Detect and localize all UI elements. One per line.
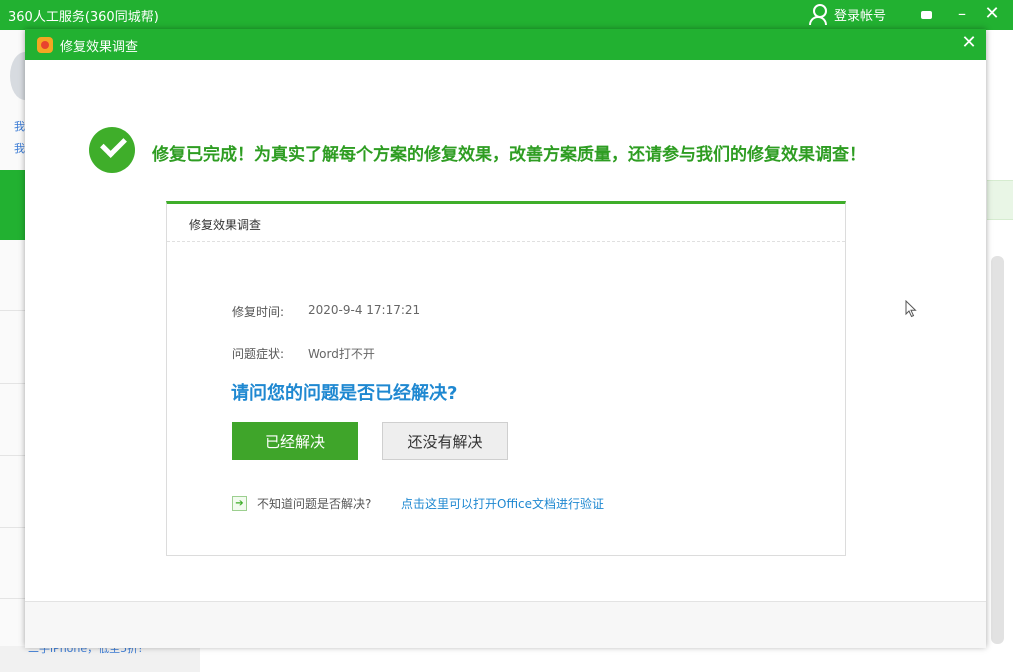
- card-title: 修复效果调查: [189, 218, 262, 232]
- success-message: 修复已完成！为真实了解每个方案的修复效果，改善方案质量，还请参与我们的修复效果调…: [152, 145, 866, 165]
- divider: [0, 527, 26, 528]
- divider: [0, 455, 26, 456]
- verify-office-link[interactable]: 点击这里可以打开Office文档进行验证: [401, 495, 604, 512]
- symptom-label: 问题症状:: [232, 347, 285, 361]
- app-title: 360人工服务(360同城帮): [8, 10, 159, 25]
- mouse-cursor-icon: [905, 300, 917, 318]
- hint-text: 不知道问题是否解决?: [257, 497, 372, 511]
- background-text: 我: [14, 142, 25, 155]
- unsolved-button[interactable]: 还没有解决: [382, 422, 508, 460]
- divider: [167, 241, 845, 242]
- solved-button[interactable]: 已经解决: [232, 422, 358, 460]
- login-button[interactable]: 登录帐号: [808, 3, 886, 25]
- dialog-title: 修复效果调查: [60, 40, 139, 55]
- close-icon[interactable]: ✕: [957, 30, 981, 56]
- feedback-icon[interactable]: [914, 2, 938, 26]
- repair-time-label: 修复时间:: [232, 305, 285, 319]
- background-text: 我: [14, 120, 25, 133]
- repair-time-value: 2020-9-4 17:17:21: [308, 303, 421, 317]
- app-logo-icon: [37, 37, 53, 53]
- background-active-tab[interactable]: [0, 170, 26, 240]
- login-label: 登录帐号: [834, 8, 887, 24]
- divider: [0, 598, 26, 599]
- symptom-value: Word打不开: [308, 347, 375, 361]
- dialog-footer: [25, 601, 986, 648]
- background-panel: [987, 180, 1013, 220]
- divider: [0, 310, 26, 311]
- arrow-right-icon: ➔: [232, 496, 247, 511]
- close-app-icon[interactable]: ✕: [980, 2, 1004, 26]
- user-icon: [808, 3, 828, 25]
- checkmark-icon: [89, 127, 135, 173]
- dialog-header: 修复效果调查 ✕: [25, 29, 986, 60]
- resolution-question: 请问您的问题是否已经解决?: [231, 383, 458, 404]
- survey-card: 修复效果调查 修复时间: 2020-9-4 17:17:21 问题症状: Wor…: [166, 201, 846, 556]
- divider: [0, 383, 26, 384]
- scrollbar[interactable]: [991, 256, 1004, 644]
- survey-dialog: 修复效果调查 ✕ 修复已完成！为真实了解每个方案的修复效果，改善方案质量，还请参…: [25, 29, 986, 648]
- app-titlebar: 360人工服务(360同城帮) 登录帐号 – ✕: [0, 0, 1013, 30]
- minimize-icon[interactable]: –: [950, 2, 974, 26]
